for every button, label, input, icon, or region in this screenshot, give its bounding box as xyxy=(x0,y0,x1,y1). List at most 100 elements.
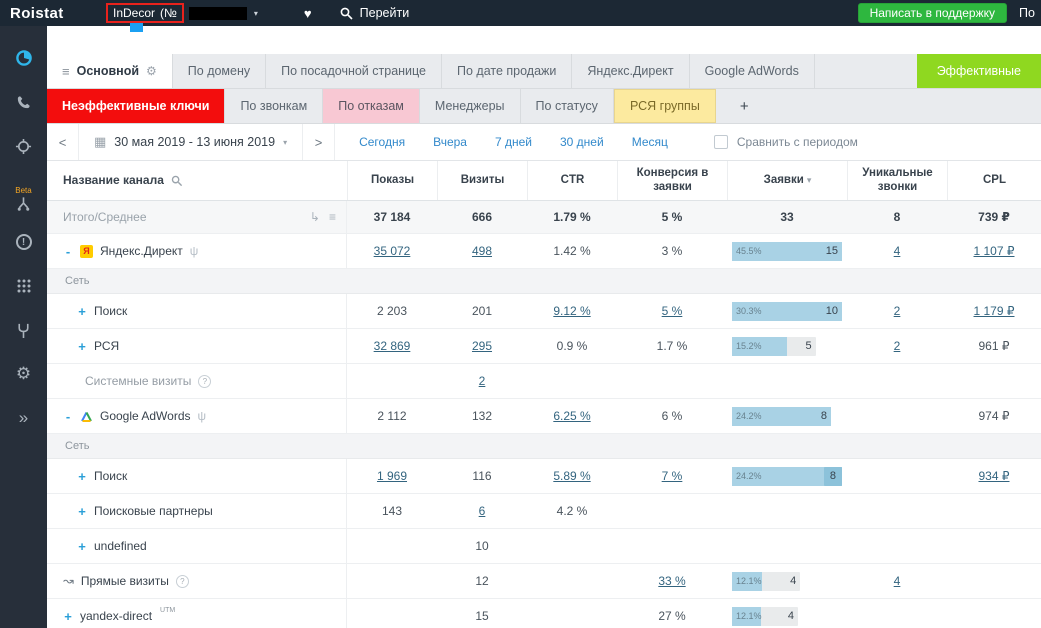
menu-icon[interactable]: ≡ xyxy=(62,64,70,79)
tab-by-refusals[interactable]: По отказам xyxy=(323,89,420,123)
conversion-value[interactable]: 7 % xyxy=(662,469,683,483)
table-row: ↝ Прямые визиты? 12 33 % 12.1% 4 4 xyxy=(47,564,1041,599)
column-header-impressions[interactable]: Показы xyxy=(347,161,437,200)
split-test-icon[interactable]: Beta xyxy=(0,168,47,220)
tab-yandex-direct[interactable]: Яндекс.Директ xyxy=(572,54,690,88)
column-header-conversion[interactable]: Конверсия в заявки xyxy=(617,161,727,200)
channel-name[interactable]: Google AdWords xyxy=(100,409,191,423)
main-area: ≡ Основной ⚙ По домену По посадочной стр… xyxy=(47,26,1041,628)
date-range-picker[interactable]: ▦ 30 мая 2019 - 13 июня 2019 ▾ xyxy=(79,124,304,160)
help-icon[interactable]: ? xyxy=(175,574,189,588)
cpl-value[interactable]: 1 107 ₽ xyxy=(974,244,1015,258)
expand-plus-icon[interactable]: + xyxy=(63,609,73,624)
tab-rsya-groups[interactable]: РСЯ группы xyxy=(613,89,716,123)
help-icon[interactable]: ? xyxy=(198,374,212,388)
column-header-unique-calls[interactable]: Уникальные звонки xyxy=(847,161,947,200)
column-header-channel-name[interactable]: Название канала xyxy=(47,161,347,200)
visits-value[interactable]: 2 xyxy=(479,374,486,388)
expand-plus-icon[interactable]: + xyxy=(77,339,87,354)
settings-gear-icon[interactable]: ⚙ xyxy=(0,352,47,396)
unique-calls-value[interactable]: 2 xyxy=(894,339,901,353)
support-button[interactable]: Написать в поддержку xyxy=(857,3,1007,23)
column-header-visits[interactable]: Визиты xyxy=(437,161,527,200)
ctr-value[interactable]: 9.12 % xyxy=(553,304,590,318)
columns-settings-icon[interactable]: ≡ xyxy=(329,210,336,224)
unique-calls-value[interactable]: 4 xyxy=(894,244,901,258)
channel-name[interactable]: Поисковые партнеры xyxy=(94,504,213,518)
tab-by-status[interactable]: По статусу xyxy=(521,89,614,123)
expand-plus-icon[interactable]: + xyxy=(77,469,87,484)
analytics-pie-icon[interactable] xyxy=(0,36,47,80)
cpl-value[interactable]: 1 179 ₽ xyxy=(974,304,1015,318)
channel-name[interactable]: Поиск xyxy=(94,469,127,483)
prev-period-button[interactable]: < xyxy=(47,124,79,160)
channel-name[interactable]: Системные визиты xyxy=(85,374,191,388)
ctr-value[interactable]: 6.25 % xyxy=(553,409,590,423)
integrations-plug-icon[interactable] xyxy=(0,308,47,352)
channel-name[interactable]: РСЯ xyxy=(94,339,119,353)
unique-calls-value[interactable]: 4 xyxy=(894,574,901,588)
tab-settings-gear-icon[interactable]: ⚙ xyxy=(146,64,157,78)
ctr-value[interactable]: 5.89 % xyxy=(553,469,590,483)
column-label: Показы xyxy=(370,173,415,186)
tab-effective[interactable]: Эффективные xyxy=(916,54,1041,88)
favorites-heart-icon[interactable]: ♥ xyxy=(304,6,312,21)
expand-plus-icon[interactable]: + xyxy=(77,304,87,319)
expand-levels-icon[interactable]: ↳ xyxy=(310,210,320,224)
next-period-button[interactable]: > xyxy=(303,124,336,160)
quick-range-30days[interactable]: 30 дней xyxy=(560,135,604,149)
column-header-bids[interactable]: Заявки ▾ xyxy=(727,161,847,200)
visits-value[interactable]: 6 xyxy=(479,504,486,518)
conversion-value[interactable]: 5 % xyxy=(662,304,683,318)
impressions-value[interactable]: 32 869 xyxy=(374,339,411,353)
visits-value[interactable]: 498 xyxy=(472,244,492,258)
visits-value[interactable]: 295 xyxy=(472,339,492,353)
quick-range-7days[interactable]: 7 дней xyxy=(495,135,532,149)
table-header: Название канала Показы Визиты CTR Конвер… xyxy=(47,161,1041,201)
column-header-cpl[interactable]: CPL xyxy=(947,161,1041,200)
conversion-value[interactable]: 33 % xyxy=(658,574,685,588)
column-header-ctr[interactable]: CTR xyxy=(527,161,617,200)
tab-by-domain[interactable]: По домену xyxy=(173,54,267,88)
expand-plus-icon[interactable]: + xyxy=(77,539,87,554)
channel-name[interactable]: Прямые визиты xyxy=(81,574,169,588)
compare-checkbox[interactable] xyxy=(713,135,728,149)
bids-bar: 24.2% 8 xyxy=(732,466,842,486)
tracking-target-icon[interactable] xyxy=(0,124,47,168)
collapse-minus-icon[interactable]: - xyxy=(63,244,73,259)
collapse-chevrons-icon[interactable]: » xyxy=(0,396,47,440)
search-icon[interactable] xyxy=(171,175,183,187)
ctr-cell: 0.9 % xyxy=(527,329,617,363)
expand-plus-icon[interactable]: + xyxy=(77,504,87,519)
quick-range-month[interactable]: Месяц xyxy=(632,135,668,149)
sort-desc-icon[interactable]: ▾ xyxy=(807,175,812,185)
services-grid-icon[interactable] xyxy=(0,264,47,308)
tab-by-sale-date[interactable]: По дате продажи xyxy=(442,54,573,88)
tab-main[interactable]: ≡ Основной ⚙ xyxy=(47,54,173,88)
channel-name[interactable]: Яндекс.Директ xyxy=(100,244,183,258)
tab-by-calls[interactable]: По звонкам xyxy=(225,89,324,123)
impressions-value: 2 112 xyxy=(377,409,407,423)
channel-name[interactable]: yandex-direct xyxy=(80,609,152,623)
tab-managers[interactable]: Менеджеры xyxy=(420,89,521,123)
cpl-value[interactable]: 934 ₽ xyxy=(979,469,1010,483)
visits-value: 15 xyxy=(475,609,489,623)
tab-by-landing-page[interactable]: По посадочной странице xyxy=(266,54,443,88)
channel-name[interactable]: Поиск xyxy=(94,304,127,318)
calls-phone-icon[interactable] xyxy=(0,80,47,124)
unique-calls-value[interactable]: 2 xyxy=(894,304,901,318)
visits-cell: 132 xyxy=(437,399,527,433)
impressions-value[interactable]: 1 969 xyxy=(377,469,407,483)
tab-ineffective-keys[interactable]: Неэффективные ключи xyxy=(47,89,226,123)
channel-name[interactable]: undefined xyxy=(94,539,147,553)
impressions-value[interactable]: 35 072 xyxy=(374,244,411,258)
tab-google-adwords[interactable]: Google AdWords xyxy=(690,54,815,88)
alerts-icon[interactable]: ! xyxy=(0,220,47,264)
quick-range-today[interactable]: Сегодня xyxy=(359,135,405,149)
project-selector[interactable]: InDecor (№ ▾ xyxy=(106,3,258,23)
quick-range-yesterday[interactable]: Вчера xyxy=(433,135,467,149)
impressions-cell: 35 072 xyxy=(347,234,437,268)
collapse-minus-icon[interactable]: - xyxy=(63,409,73,424)
go-search[interactable]: Перейти xyxy=(340,6,409,20)
add-tab-button[interactable]: + xyxy=(722,89,767,123)
